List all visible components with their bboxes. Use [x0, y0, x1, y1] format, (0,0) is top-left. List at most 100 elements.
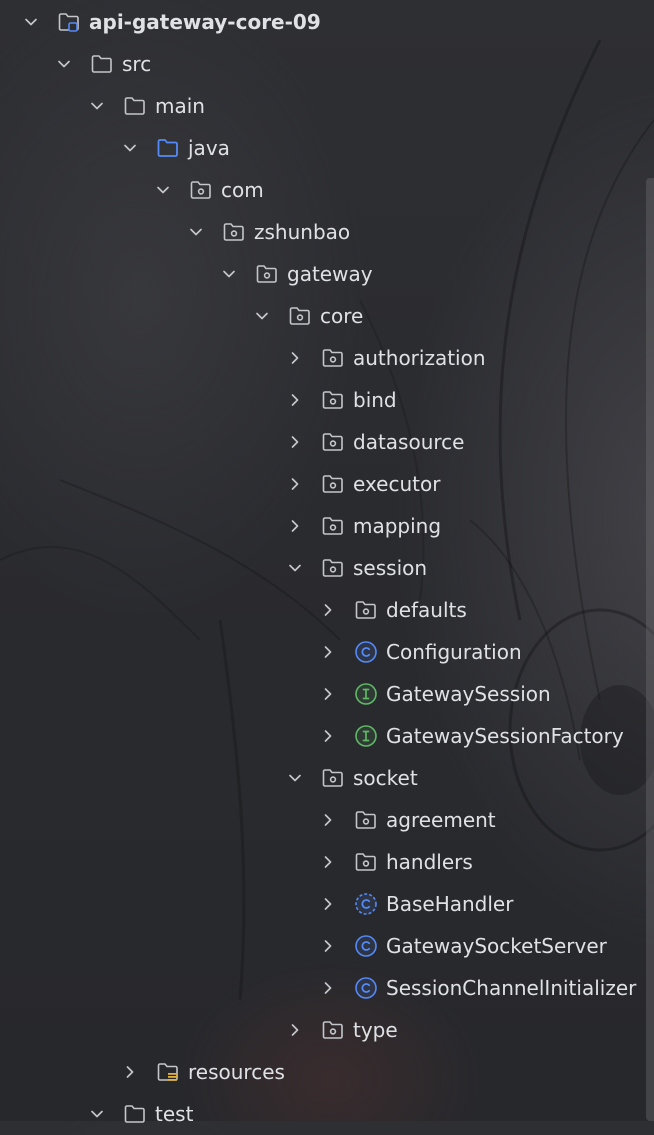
- chevron-right-icon[interactable]: [288, 351, 302, 365]
- chevron-right-icon[interactable]: [288, 435, 302, 449]
- chevron-down-icon[interactable]: [123, 141, 137, 155]
- tree-item-label: GatewaySession: [386, 682, 551, 706]
- tree-item-com[interactable]: com: [0, 169, 654, 211]
- package-icon: [321, 514, 345, 538]
- chevron-right-icon[interactable]: [288, 1023, 302, 1037]
- tree-item-label: api-gateway-core-09: [89, 10, 321, 34]
- tree-item-label: executor: [353, 472, 441, 496]
- tree-item-configuration[interactable]: Configuration: [0, 631, 654, 673]
- chevron-down-icon[interactable]: [156, 183, 170, 197]
- abstract-class-icon: [354, 892, 378, 916]
- tree-item-gatewaysession[interactable]: GatewaySession: [0, 673, 654, 715]
- chevron-down-icon[interactable]: [288, 771, 302, 785]
- package-icon: [321, 1018, 345, 1042]
- tree-item-label: type: [353, 1018, 398, 1042]
- tree-item-label: gateway: [287, 262, 373, 286]
- interface-icon: [354, 724, 378, 748]
- chevron-right-icon[interactable]: [321, 687, 335, 701]
- tree-item-label: GatewaySocketServer: [386, 934, 607, 958]
- chevron-right-icon[interactable]: [321, 645, 335, 659]
- tree-item-label: handlers: [386, 850, 473, 874]
- tree-item-label: com: [221, 178, 264, 202]
- package-icon: [321, 766, 345, 790]
- chevron-right-icon[interactable]: [321, 855, 335, 869]
- tree-item-basehandler[interactable]: BaseHandler: [0, 883, 654, 925]
- tree-item-label: defaults: [386, 598, 467, 622]
- tree-item-label: bind: [353, 388, 397, 412]
- tree-item-label: mapping: [353, 514, 442, 538]
- tree-item-socket[interactable]: socket: [0, 757, 654, 799]
- tree-item-label: BaseHandler: [386, 892, 514, 916]
- chevron-down-icon[interactable]: [24, 15, 38, 29]
- chevron-down-icon[interactable]: [57, 57, 71, 71]
- chevron-right-icon[interactable]: [288, 393, 302, 407]
- tree-item-label: session: [353, 556, 428, 580]
- resources-folder-icon: [156, 1060, 180, 1084]
- package-icon: [255, 262, 279, 286]
- tree-item-datasource[interactable]: datasource: [0, 421, 654, 463]
- tree-item-core[interactable]: core: [0, 295, 654, 337]
- package-icon: [354, 850, 378, 874]
- chevron-down-icon[interactable]: [288, 561, 302, 575]
- chevron-right-icon[interactable]: [321, 603, 335, 617]
- tree-item-label: resources: [188, 1060, 285, 1084]
- chevron-down-icon[interactable]: [90, 1107, 104, 1121]
- tree-item-gateway[interactable]: gateway: [0, 253, 654, 295]
- tree-item-label: authorization: [353, 346, 486, 370]
- tree-item-zshunbao[interactable]: zshunbao: [0, 211, 654, 253]
- folder-icon: [123, 94, 147, 118]
- tree-item-authorization[interactable]: authorization: [0, 337, 654, 379]
- tree-item-bind[interactable]: bind: [0, 379, 654, 421]
- chevron-down-icon[interactable]: [189, 225, 203, 239]
- source-root-folder-icon: [156, 136, 180, 160]
- package-icon: [321, 556, 345, 580]
- project-module-icon: [57, 10, 81, 34]
- package-icon: [222, 220, 246, 244]
- tree-item-defaults[interactable]: defaults: [0, 589, 654, 631]
- tree-item-gatewaysessionfactory[interactable]: GatewaySessionFactory: [0, 715, 654, 757]
- tree-item-gatewaysocketserver[interactable]: GatewaySocketServer: [0, 925, 654, 967]
- chevron-right-icon[interactable]: [321, 729, 335, 743]
- chevron-right-icon[interactable]: [288, 519, 302, 533]
- tree-item-src[interactable]: src: [0, 43, 654, 85]
- tree-item-session[interactable]: session: [0, 547, 654, 589]
- tree-item-type[interactable]: type: [0, 1009, 654, 1051]
- tree-item-label: Configuration: [386, 640, 522, 664]
- tree-item-label: core: [320, 304, 364, 328]
- tree-item-main[interactable]: main: [0, 85, 654, 127]
- package-icon: [189, 178, 213, 202]
- tree-item-label: main: [155, 94, 205, 118]
- chevron-down-icon[interactable]: [90, 99, 104, 113]
- chevron-right-icon[interactable]: [321, 981, 335, 995]
- tree-item-label: agreement: [386, 808, 496, 832]
- chevron-down-icon[interactable]: [255, 309, 269, 323]
- tree-item-label: SessionChannelInitializer: [386, 976, 637, 1000]
- tree-item-resources[interactable]: resources: [0, 1051, 654, 1093]
- interface-icon: [354, 682, 378, 706]
- package-icon: [354, 598, 378, 622]
- class-icon: [354, 976, 378, 1000]
- package-icon: [354, 808, 378, 832]
- tree-item-api-gateway-core-09[interactable]: api-gateway-core-09: [0, 1, 654, 43]
- tree-item-label: java: [188, 136, 230, 160]
- tree-item-mapping[interactable]: mapping: [0, 505, 654, 547]
- tree-item-executor[interactable]: executor: [0, 463, 654, 505]
- vertical-scrollbar[interactable]: [646, 178, 654, 1121]
- tree-item-test[interactable]: test: [0, 1093, 654, 1135]
- chevron-right-icon[interactable]: [321, 813, 335, 827]
- class-icon: [354, 934, 378, 958]
- package-icon: [321, 346, 345, 370]
- tree-item-agreement[interactable]: agreement: [0, 799, 654, 841]
- chevron-right-icon[interactable]: [321, 897, 335, 911]
- tree-item-java[interactable]: java: [0, 127, 654, 169]
- tree-item-handlers[interactable]: handlers: [0, 841, 654, 883]
- chevron-right-icon[interactable]: [288, 477, 302, 491]
- tree-item-sessionchannelinitializer[interactable]: SessionChannelInitializer: [0, 967, 654, 1009]
- chevron-down-icon[interactable]: [222, 267, 236, 281]
- package-icon: [321, 472, 345, 496]
- folder-icon: [123, 1102, 147, 1126]
- tree-item-label: test: [155, 1102, 194, 1126]
- chevron-right-icon[interactable]: [123, 1065, 137, 1079]
- chevron-right-icon[interactable]: [321, 939, 335, 953]
- package-icon: [321, 430, 345, 454]
